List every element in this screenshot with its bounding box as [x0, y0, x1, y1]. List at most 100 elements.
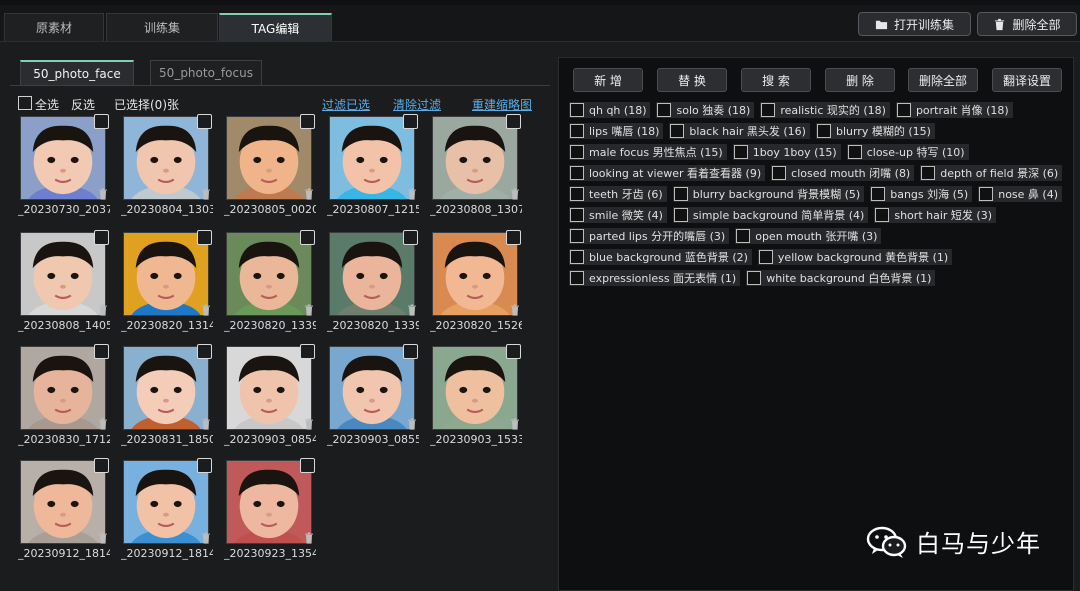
- tag-checkbox[interactable]: [570, 124, 584, 138]
- trash-icon[interactable]: [201, 532, 211, 544]
- tag-checkbox[interactable]: [570, 187, 584, 201]
- child-face-photo[interactable]: [123, 232, 209, 316]
- tag-checkbox[interactable]: [816, 124, 831, 138]
- tag-item[interactable]: black hair 黑头发 (16): [669, 123, 810, 139]
- tag-checkbox[interactable]: [570, 208, 584, 222]
- tag-checkbox[interactable]: [570, 145, 584, 159]
- tag-item[interactable]: close-up 特写 (10): [846, 144, 969, 160]
- tag-checkbox[interactable]: [733, 145, 748, 159]
- select-all-checkbox[interactable]: [18, 96, 32, 110]
- trash-icon[interactable]: [407, 304, 417, 316]
- delete-all-tags-button[interactable]: 删除全部: [908, 68, 978, 92]
- tag-item[interactable]: open mouth 张开嘴 (3): [735, 228, 882, 244]
- tab-raw-material[interactable]: 原素材: [4, 13, 104, 41]
- trash-icon[interactable]: [304, 188, 314, 200]
- child-face-photo[interactable]: [226, 346, 312, 430]
- child-face-photo[interactable]: [226, 232, 312, 316]
- tag-checkbox[interactable]: [673, 187, 688, 201]
- child-face-photo[interactable]: [20, 346, 106, 430]
- child-face-photo[interactable]: [20, 116, 106, 200]
- trash-icon[interactable]: [304, 418, 314, 430]
- delete-tag-button[interactable]: 删 除: [825, 68, 895, 92]
- tag-item[interactable]: portrait 肖像 (18): [895, 102, 1013, 118]
- tag-item[interactable]: solo 独奏 (18): [656, 102, 755, 118]
- tag-item[interactable]: blurry background 背景模糊 (5): [672, 186, 865, 202]
- child-face-photo[interactable]: [329, 232, 415, 316]
- tag-item[interactable]: bangs 刘海 (5): [870, 186, 973, 202]
- tag-checkbox[interactable]: [847, 145, 862, 159]
- trash-icon[interactable]: [304, 532, 314, 544]
- tag-checkbox[interactable]: [896, 103, 911, 117]
- delete-all-top-button[interactable]: 删除全部: [977, 12, 1077, 36]
- image-checkbox[interactable]: [403, 114, 418, 129]
- child-face-photo[interactable]: [226, 460, 312, 544]
- child-face-photo[interactable]: [432, 346, 518, 430]
- tag-checkbox[interactable]: [670, 124, 685, 138]
- child-face-photo[interactable]: [432, 232, 518, 316]
- subtab-photo-focus[interactable]: 50_photo_focus: [150, 60, 262, 85]
- rebuild-thumbnails-link[interactable]: 重建缩略图: [472, 96, 532, 113]
- child-face-photo[interactable]: [329, 116, 415, 200]
- filter-selected-link[interactable]: 过滤已选: [322, 96, 370, 113]
- image-checkbox[interactable]: [403, 344, 418, 359]
- tag-checkbox[interactable]: [758, 250, 773, 264]
- image-checkbox[interactable]: [506, 114, 521, 129]
- trash-icon[interactable]: [98, 532, 108, 544]
- tag-item[interactable]: yellow background 黄色背景 (1): [757, 249, 953, 265]
- trash-icon[interactable]: [510, 418, 520, 430]
- subtab-photo-face[interactable]: 50_photo_face: [20, 60, 134, 85]
- tab-training-set[interactable]: 训练集: [106, 13, 218, 41]
- image-checkbox[interactable]: [94, 458, 109, 473]
- tag-item[interactable]: depth of field 景深 (6): [920, 165, 1063, 181]
- image-checkbox[interactable]: [197, 230, 212, 245]
- image-checkbox[interactable]: [197, 344, 212, 359]
- image-checkbox[interactable]: [300, 114, 315, 129]
- search-tag-button[interactable]: 搜 索: [741, 68, 811, 92]
- child-face-photo[interactable]: [123, 116, 209, 200]
- invert-selection-button[interactable]: 反选: [71, 96, 95, 113]
- replace-tag-button[interactable]: 替 换: [657, 68, 727, 92]
- tag-checkbox[interactable]: [570, 166, 584, 180]
- child-face-photo[interactable]: [329, 346, 415, 430]
- tag-item[interactable]: 1boy 1boy (15): [732, 144, 841, 160]
- tag-item[interactable]: smile 微笑 (4): [569, 207, 667, 223]
- tag-item[interactable]: simple background 简单背景 (4): [672, 207, 869, 223]
- tag-item[interactable]: closed mouth 闭嘴 (8): [771, 165, 915, 181]
- image-checkbox[interactable]: [197, 458, 212, 473]
- image-checkbox[interactable]: [197, 114, 212, 129]
- child-face-photo[interactable]: [20, 232, 106, 316]
- tag-checkbox[interactable]: [570, 103, 584, 117]
- child-face-photo[interactable]: [226, 116, 312, 200]
- tag-item[interactable]: parted lips 分开的嘴唇 (3): [569, 228, 730, 244]
- image-checkbox[interactable]: [300, 230, 315, 245]
- open-training-set-button[interactable]: 打开训练集: [858, 12, 971, 36]
- tag-checkbox[interactable]: [761, 103, 776, 117]
- trash-icon[interactable]: [98, 418, 108, 430]
- tag-item[interactable]: white background 白色背景 (1): [746, 270, 936, 286]
- image-checkbox[interactable]: [506, 230, 521, 245]
- trash-icon[interactable]: [510, 188, 520, 200]
- image-checkbox[interactable]: [506, 344, 521, 359]
- tag-checkbox[interactable]: [570, 250, 584, 264]
- translate-settings-button[interactable]: 翻译设置: [992, 68, 1062, 92]
- trash-icon[interactable]: [407, 188, 417, 200]
- tag-checkbox[interactable]: [875, 208, 890, 222]
- tag-item[interactable]: realistic 现实的 (18): [760, 102, 890, 118]
- trash-icon[interactable]: [98, 188, 108, 200]
- tag-item[interactable]: looking at viewer 看着查看器 (9): [569, 165, 766, 181]
- tag-item[interactable]: lips 嘴唇 (18): [569, 123, 664, 139]
- trash-icon[interactable]: [201, 418, 211, 430]
- child-face-photo[interactable]: [20, 460, 106, 544]
- child-face-photo[interactable]: [123, 460, 209, 544]
- add-tag-button[interactable]: 新 增: [573, 68, 643, 92]
- tag-item[interactable]: blurry 模糊的 (15): [815, 123, 935, 139]
- child-face-photo[interactable]: [123, 346, 209, 430]
- image-checkbox[interactable]: [94, 344, 109, 359]
- tag-item[interactable]: nose 鼻 (4): [978, 186, 1062, 202]
- tag-item[interactable]: male focus 男性焦点 (15): [569, 144, 727, 160]
- tag-checkbox[interactable]: [673, 208, 688, 222]
- tag-item[interactable]: qh qh (18): [569, 102, 651, 118]
- clear-filter-link[interactable]: 清除过滤: [393, 96, 441, 113]
- trash-icon[interactable]: [201, 304, 211, 316]
- tag-item[interactable]: teeth 牙齿 (6): [569, 186, 667, 202]
